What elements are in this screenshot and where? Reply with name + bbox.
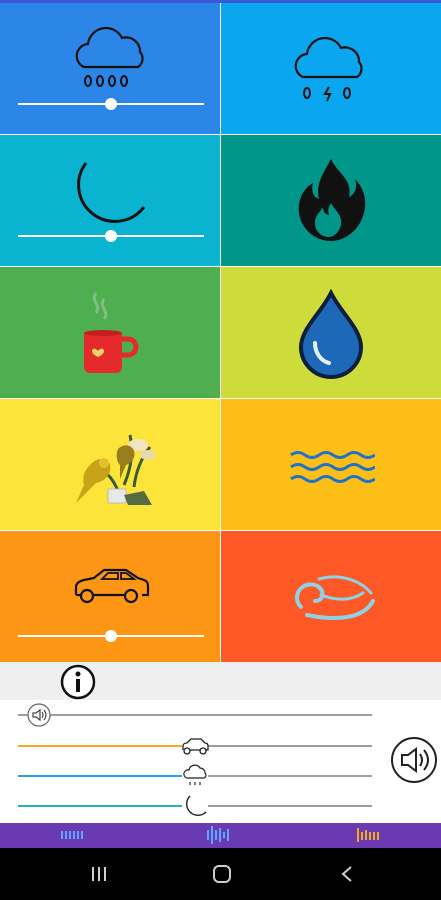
slider-thumb[interactable] (105, 630, 117, 642)
home-icon[interactable] (212, 864, 232, 884)
rain-cloud-icon (75, 26, 144, 87)
mixer-tab[interactable] (206, 824, 232, 846)
timer-tab[interactable] (356, 826, 380, 844)
wind-icon (295, 575, 375, 621)
moon-mix-row (18, 794, 372, 818)
info-bar (0, 662, 441, 700)
crescent-moon-icon (77, 162, 146, 223)
slider-thumb[interactable] (105, 98, 117, 110)
water-drop-icon (298, 289, 364, 379)
car-mix-row (18, 734, 372, 758)
sound-grid (0, 3, 441, 662)
flame-icon (298, 159, 366, 241)
crescent-moon-icon[interactable] (180, 794, 210, 818)
slider-thumb[interactable] (105, 230, 117, 242)
rain-mix-fill (18, 775, 195, 777)
tile-night[interactable] (0, 135, 220, 266)
info-icon[interactable] (60, 664, 96, 700)
moon-mix-fill (18, 805, 195, 807)
system-nav-bar (0, 848, 441, 900)
tile-coffee[interactable] (0, 267, 220, 398)
tile-fire[interactable] (221, 135, 441, 266)
bottom-nav (0, 823, 441, 848)
tile-birds[interactable] (0, 399, 220, 530)
car-icon (74, 568, 150, 604)
night-volume-slider[interactable] (18, 229, 204, 243)
tile-wind[interactable] (221, 531, 441, 662)
rain-mix-row (18, 764, 372, 788)
tile-thunderstorm[interactable] (221, 3, 441, 134)
recent-apps-icon[interactable] (90, 866, 108, 882)
rain-cloud-icon[interactable] (180, 764, 210, 788)
birds-icon (76, 434, 156, 505)
car-icon[interactable] (180, 734, 210, 758)
storm-cloud-icon (294, 36, 363, 102)
tile-water-drop[interactable] (221, 267, 441, 398)
back-icon[interactable] (340, 865, 354, 883)
master-volume-row (18, 703, 372, 727)
tile-waves[interactable] (221, 399, 441, 530)
rain-volume-slider[interactable] (18, 97, 204, 111)
volume-mixer (0, 700, 441, 823)
master-speaker-button[interactable] (390, 736, 438, 784)
car-mix-fill (18, 745, 195, 747)
speaker-icon[interactable] (24, 703, 54, 727)
tile-rain[interactable] (0, 3, 220, 134)
waves-icon (290, 451, 375, 483)
tile-car[interactable] (0, 531, 220, 662)
car-volume-slider[interactable] (18, 629, 204, 643)
coffee-cup-icon (84, 292, 139, 373)
master-track (18, 714, 372, 716)
sounds-tab[interactable] (60, 828, 84, 842)
